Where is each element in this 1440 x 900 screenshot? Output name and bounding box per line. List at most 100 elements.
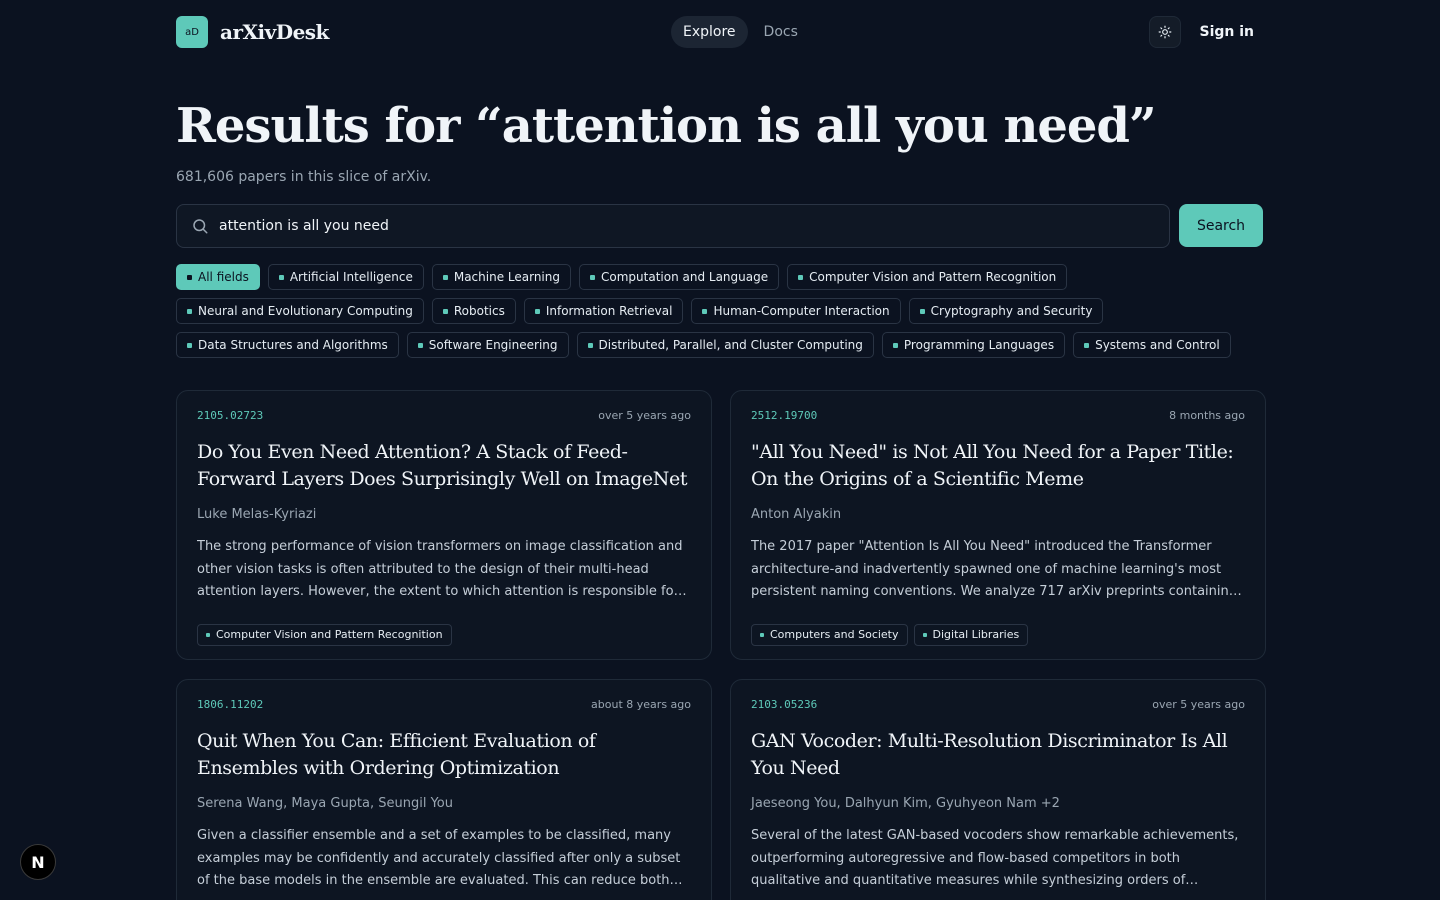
chip-label: Machine Learning (453, 270, 560, 284)
filter-chip[interactable]: Neural and Evolutionary Computing (176, 298, 424, 324)
filter-chip[interactable]: Programming Languages (881, 332, 1066, 358)
paper-authors: Jaeseong You, Dalhyun Kim, Gyuhyeon Nam … (751, 796, 1060, 811)
paper-age: about 8 years ago (591, 697, 691, 711)
filter-row: Neural and Evolutionary Computing Roboti… (176, 298, 1266, 324)
sign-in-link[interactable]: Sign in (1199, 24, 1254, 40)
dot-icon (892, 342, 898, 348)
chip-label: Distributed, Parallel, and Cluster Compu… (598, 338, 863, 352)
paper-card[interactable]: 2103.05236 over 5 years ago GAN Vocoder:… (730, 679, 1266, 900)
page-title: Results for “attention is all you need” (176, 98, 1157, 154)
filter-chip[interactable]: Cryptography and Security (908, 298, 1104, 324)
category-filters: All fields Artificial Intelligence Machi… (176, 264, 1266, 366)
theme-toggle-button[interactable] (1149, 16, 1182, 48)
nav-docs[interactable]: Docs (752, 16, 810, 48)
dot-icon (442, 274, 448, 280)
chip-label: Artificial Intelligence (289, 270, 413, 284)
paper-card[interactable]: 2512.19700 8 months ago "All You Need" i… (730, 390, 1266, 660)
search-icon (193, 219, 208, 234)
paper-age: 8 months ago (1169, 408, 1245, 422)
dot-icon (798, 274, 804, 280)
paper-title[interactable]: GAN Vocoder: Multi-Resolution Discrimina… (751, 728, 1245, 782)
filter-chip[interactable]: Computer Vision and Pattern Recognition (787, 264, 1068, 290)
filter-chip[interactable]: Human-Computer Interaction (691, 298, 901, 324)
arxiv-id[interactable]: 1806.11202 (197, 698, 263, 711)
dot-icon (187, 308, 192, 314)
chip-label: Data Structures and Algorithms (198, 338, 388, 352)
dot-icon (534, 308, 540, 314)
filter-chip[interactable]: Artificial Intelligence (267, 264, 424, 290)
paper-tags: Computers and Society Digital Libraries (751, 623, 1245, 646)
filter-chip[interactable]: Systems and Control (1073, 332, 1231, 358)
paper-abstract: The 2017 paper "Attention Is All You Nee… (751, 539, 1238, 599)
tag-label: Computers and Society (770, 628, 899, 641)
paper-title[interactable]: "All You Need" is Not All You Need for a… (751, 439, 1245, 493)
paper-tags: Computer Vision and Pattern Recognition (197, 623, 691, 646)
filter-chip[interactable]: Software Engineering (406, 332, 569, 358)
search-input[interactable] (219, 218, 1119, 234)
header-actions: Sign in (1149, 16, 1264, 48)
paper-authors: Luke Melas-Kyriazi (197, 507, 317, 522)
dot-icon (922, 632, 927, 637)
filter-chip[interactable]: Information Retrieval (523, 298, 684, 324)
paper-card[interactable]: 2105.02723 over 5 years ago Do You Even … (176, 390, 712, 660)
dot-icon (919, 308, 925, 314)
chip-label: Computer Vision and Pattern Recognition (809, 270, 1057, 284)
card-meta: 1806.11202 about 8 years ago (197, 696, 691, 712)
filter-row: All fields Artificial Intelligence Machi… (176, 264, 1266, 290)
paper-abstract: The strong performance of vision transfo… (197, 539, 683, 599)
arxiv-id[interactable]: 2512.19700 (751, 409, 817, 422)
search-button[interactable]: Search (1179, 204, 1263, 247)
paper-card[interactable]: 1806.11202 about 8 years ago Quit When Y… (176, 679, 712, 900)
tag-label: Digital Libraries (932, 628, 1020, 641)
nav-explore[interactable]: Explore (671, 16, 748, 48)
category-tag[interactable]: Digital Libraries (913, 623, 1029, 646)
category-tag[interactable]: Computers and Society (751, 623, 908, 646)
paper-title[interactable]: Quit When You Can: Efficient Evaluation … (197, 728, 691, 782)
top-header: aD arXivDesk Explore Docs Sign in (176, 16, 1264, 48)
filter-chip[interactable]: Distributed, Parallel, and Cluster Compu… (576, 332, 874, 358)
brand[interactable]: aD arXivDesk (176, 16, 329, 48)
dev-tools-badge[interactable]: N (20, 844, 56, 880)
category-tag[interactable]: Computer Vision and Pattern Recognition (197, 623, 452, 646)
filter-chip[interactable]: Machine Learning (431, 264, 571, 290)
chip-label: Human-Computer Interaction (713, 304, 890, 318)
result-count: 681,606 papers in this slice of arXiv. (176, 169, 432, 185)
filter-chip[interactable]: Robotics (431, 298, 516, 324)
paper-age: over 5 years ago (598, 408, 691, 422)
chip-label: Computation and Language (601, 270, 769, 284)
paper-title[interactable]: Do You Even Need Attention? A Stack of F… (197, 439, 691, 493)
paper-abstract: Several of the latest GAN-based vocoders… (751, 828, 1239, 888)
dot-icon (760, 632, 764, 637)
tag-label: Computer Vision and Pattern Recognition (216, 628, 443, 641)
sun-icon (1159, 25, 1172, 39)
dot-icon (1084, 342, 1090, 348)
chip-label: Cryptography and Security (930, 304, 1093, 318)
filter-chip[interactable]: Data Structures and Algorithms (176, 332, 399, 358)
paper-abstract: Given a classifier ensemble and a set of… (197, 828, 681, 888)
chip-label: Systems and Control (1095, 338, 1220, 352)
dot-icon (278, 274, 284, 280)
chip-label: Programming Languages (903, 338, 1055, 352)
chip-label: Software Engineering (428, 338, 558, 352)
filter-chip-all-fields[interactable]: All fields (176, 264, 260, 290)
dot-icon (187, 274, 192, 280)
dot-icon (206, 632, 210, 637)
arxiv-id[interactable]: 2103.05236 (751, 698, 817, 711)
dot-icon (442, 308, 448, 314)
logo[interactable]: aD (176, 16, 208, 48)
search-box[interactable] (176, 204, 1170, 248)
dot-icon (417, 342, 423, 348)
chip-label: All fields (198, 270, 249, 284)
chip-label: Neural and Evolutionary Computing (198, 304, 413, 318)
dot-icon (587, 342, 593, 348)
card-meta: 2105.02723 over 5 years ago (197, 407, 691, 423)
paper-authors: Anton Alyakin (751, 507, 842, 522)
paper-authors: Serena Wang, Maya Gupta, Seungil You (197, 796, 454, 811)
brand-name[interactable]: arXivDesk (220, 20, 329, 44)
chip-label: Robotics (453, 304, 505, 318)
main-nav: Explore Docs (671, 16, 810, 48)
arxiv-id[interactable]: 2105.02723 (197, 409, 263, 422)
dot-icon (187, 342, 192, 348)
card-meta: 2512.19700 8 months ago (751, 407, 1245, 423)
filter-chip[interactable]: Computation and Language (579, 264, 780, 290)
